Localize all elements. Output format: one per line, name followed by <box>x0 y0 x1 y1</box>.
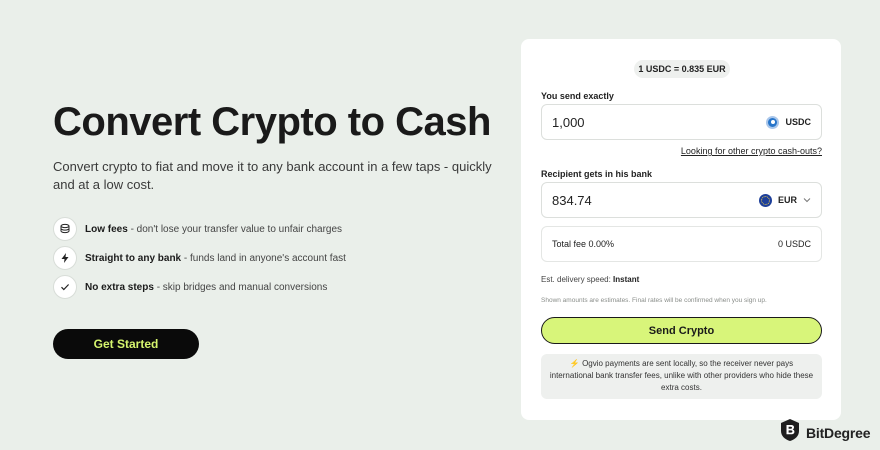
delivery-speed: Est. delivery speed: Instant <box>541 275 639 284</box>
send-amount-label: You send exactly <box>541 91 614 101</box>
fee-summary: Total fee 0.00% 0 USDC <box>541 226 822 262</box>
feature-item-no-extra-steps: No extra steps - skip bridges and manual… <box>53 275 346 299</box>
bitdegree-logo-icon <box>779 418 801 447</box>
receive-amount-field: EUR <box>541 182 822 218</box>
get-started-button[interactable]: Get Started <box>53 329 199 359</box>
feature-title: Low fees <box>85 223 128 235</box>
total-fee-value: 0 USDC <box>777 239 811 249</box>
coins-icon <box>53 217 77 241</box>
info-note: ⚡ Ogvio payments are sent locally, so th… <box>541 354 822 399</box>
exchange-rate-badge: 1 USDC = 0.835 EUR <box>634 60 730 78</box>
send-amount-input[interactable] <box>552 114 732 130</box>
feature-title: Straight to any bank <box>85 252 182 264</box>
total-fee-label: Total fee 0.00% <box>552 239 615 249</box>
lightning-icon <box>53 246 77 270</box>
usdc-icon <box>766 115 780 129</box>
page-subtitle: Convert crypto to fiat and move it to an… <box>53 159 492 192</box>
page-title: Convert Crypto to Cash <box>53 100 491 144</box>
delivery-speed-label: Est. delivery speed: <box>541 275 614 284</box>
receive-currency-dropdown[interactable]: EUR <box>758 193 811 207</box>
send-crypto-button[interactable]: Send Crypto <box>541 317 822 344</box>
send-currency-code: USDC <box>785 117 811 127</box>
check-icon <box>53 275 77 299</box>
feature-desc: - funds land in anyone's account fast <box>181 252 346 264</box>
receive-amount-label: Recipient gets in his bank <box>541 169 653 179</box>
send-amount-field: USDC <box>541 104 822 140</box>
bitdegree-watermark: BitDegree <box>779 418 871 447</box>
feature-item-any-bank: Straight to any bank - funds land in any… <box>53 246 346 270</box>
feature-desc: - don't lose your transfer value to unfa… <box>127 223 343 235</box>
delivery-speed-value: Instant <box>613 275 640 284</box>
eu-flag-icon <box>758 193 772 207</box>
receive-amount-input[interactable] <box>552 192 732 208</box>
feature-item-low-fees: Low fees - don't lose your transfer valu… <box>53 217 346 241</box>
chevron-down-icon <box>803 196 811 205</box>
converter-card: 1 USDC = 0.835 EUR You send exactly USDC… <box>521 39 841 420</box>
feature-list: Low fees - don't lose your transfer valu… <box>53 217 346 304</box>
receive-currency-code: EUR <box>777 195 797 205</box>
send-currency-selector[interactable]: USDC <box>766 115 811 129</box>
info-note-text: Ogvio payments are sent locally, so the … <box>549 359 814 392</box>
feature-title: No extra steps <box>85 281 154 293</box>
lightning-icon: ⚡ <box>569 359 580 368</box>
other-cashouts-link[interactable]: Looking for other crypto cash-outs? <box>681 146 822 156</box>
estimate-disclaimer: Shown amounts are estimates. Final rates… <box>541 297 767 304</box>
watermark-text: BitDegree <box>806 424 871 441</box>
feature-desc: - skip bridges and manual conversions <box>153 281 328 293</box>
